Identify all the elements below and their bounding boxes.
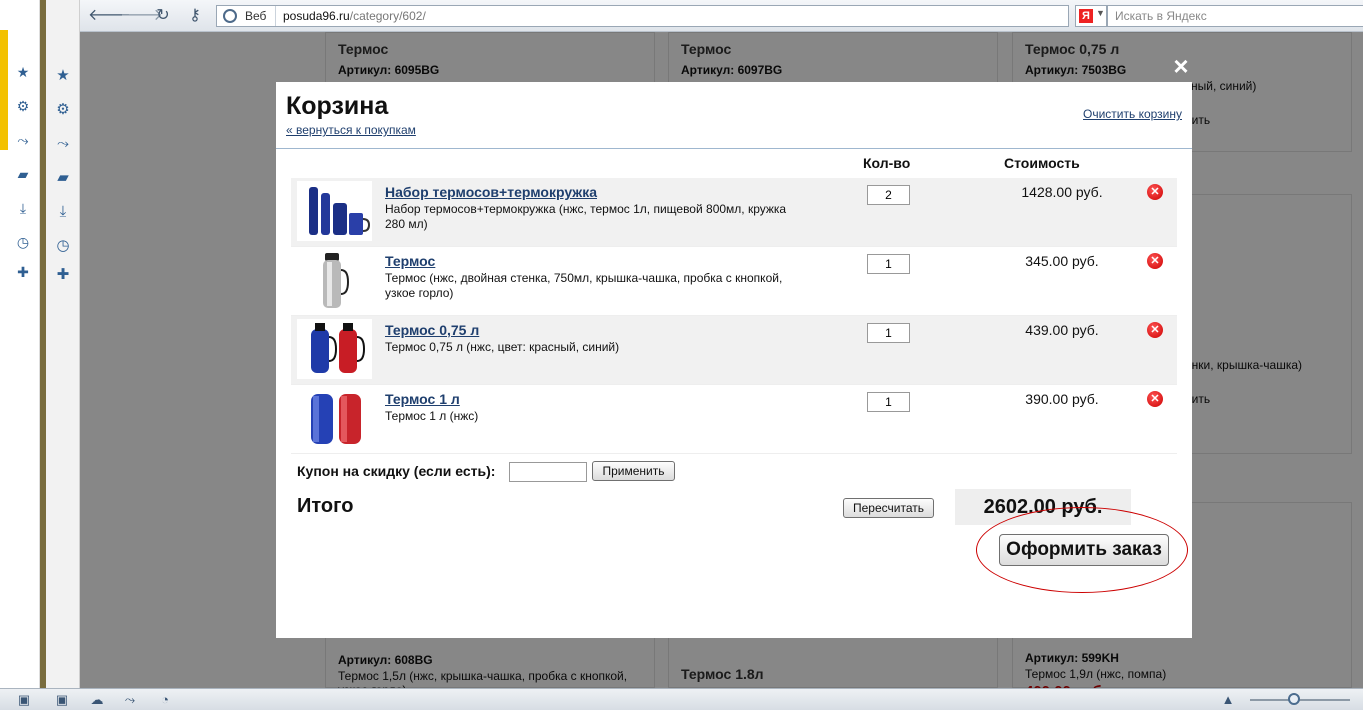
star-icon[interactable]: ★ [54,67,72,85]
cart-item-row: Термос 1 л Термос 1 л (нжс) 1 390.00 руб… [291,385,1177,454]
remove-item-icon[interactable]: ✕ [1147,184,1163,200]
plus-icon[interactable]: ✚ [54,266,72,284]
yandex-logo-icon: Я [1079,9,1093,23]
window-icon[interactable]: ▣ [54,692,70,708]
cart-item-row: Термос 0,75 л Термос 0,75 л (нжс, цвет: … [291,316,1177,385]
product-name-link[interactable]: Термос 0,75 л [385,322,479,338]
chevron-down-icon: ▼ [1096,8,1105,18]
cost-column-header: Стоимость [1004,155,1080,171]
quantity-input[interactable]: 1 [867,392,910,412]
qty-column-header: Кол-во [863,155,911,171]
back-to-shopping-link[interactable]: « вернуться к покупкам [286,123,416,137]
total-label: Итого [297,495,354,517]
address-web-label: Веб [245,9,267,23]
key-icon[interactable]: ⚷ [184,6,206,26]
globe-icon [223,9,237,23]
product-description: Термос 0,75 л (нжс, цвет: красный, синий… [385,340,620,354]
recalculate-button[interactable]: Пересчитать [843,498,934,518]
product-thumbnail[interactable] [297,181,372,241]
share-icon[interactable]: ⤳ [54,135,72,153]
cart-item-row: Набор термосов+термокружка Набор термосо… [291,178,1177,247]
item-price: 390.00 руб. [1025,391,1099,407]
search-input[interactable]: Искать в Яндекс [1107,5,1363,27]
browser-sidebar: ★ ⚙ ⤳ ▰ ⤓ ◷ ✚ [46,0,80,688]
back-arrow-icon[interactable]: 🡐 [88,6,131,26]
quantity-input[interactable]: 1 [867,323,910,343]
search-engine-selector[interactable]: Я ▼ [1075,5,1107,27]
product-description: Набор термосов+термокружка (нжс, термос … [385,202,787,231]
clock-icon[interactable]: ◷ [14,233,32,251]
status-bar: ▣ ▣ ☁ ⤳ ◔ ▲ [0,688,1363,710]
product-thumbnail[interactable] [297,250,372,310]
note-icon[interactable]: ▰ [54,169,72,187]
product-thumbnail[interactable] [297,319,372,379]
yellow-tab [0,30,8,150]
apply-coupon-button[interactable]: Применить [592,461,675,481]
gear-icon[interactable]: ⚙ [54,101,72,119]
zoom-slider-handle[interactable] [1288,693,1300,705]
panel-toggle-icon[interactable]: ▣ [16,692,32,708]
remove-item-icon[interactable]: ✕ [1147,322,1163,338]
address-path: /category/602/ [349,9,426,23]
address-url[interactable]: posuda96.ru/category/602/ [283,6,426,26]
zoom-slider-track[interactable] [1250,699,1350,701]
forward-arrow-icon[interactable]: 🡒 [120,6,163,26]
product-name-link[interactable]: Термос 1 л [385,391,460,407]
coupon-input[interactable] [509,462,587,482]
remove-item-icon[interactable]: ✕ [1147,253,1163,269]
share-icon[interactable]: ⤳ [122,692,138,708]
address-separator [275,6,276,26]
cart-modal: Корзина « вернуться к покупкам Очистить … [276,82,1192,638]
cart-header: Корзина « вернуться к покупкам Очистить … [276,82,1192,149]
product-name-link[interactable]: Термос [385,253,435,269]
star-icon[interactable]: ★ [14,63,32,81]
plus-icon[interactable]: ✚ [14,263,32,281]
gear-icon[interactable]: ⚙ [14,97,32,115]
close-icon[interactable]: × [1170,53,1192,79]
remove-item-icon[interactable]: ✕ [1147,391,1163,407]
browser-toolbar: 🡐 🡒 ↻ ⚷ Веб posuda96.ru/category/602/ Я … [80,0,1363,32]
share-icon[interactable]: ⤳ [14,131,32,149]
cloud-icon[interactable]: ☁ [89,692,105,708]
item-price: 1428.00 руб. [1021,184,1103,200]
cart-title: Корзина [286,92,389,120]
product-description: Термос (нжс, двойная стенка, 750мл, крыш… [385,271,783,300]
highlight-ellipse [976,507,1188,593]
product-name-link[interactable]: Набор термосов+термокружка [385,184,597,200]
clock-icon[interactable]: ◷ [54,237,72,255]
clear-cart-link[interactable]: Очистить корзину [1083,107,1182,121]
address-host: posuda96.ru [283,9,350,23]
quantity-input[interactable]: 1 [867,254,910,274]
item-price: 345.00 руб. [1025,253,1099,269]
note-icon[interactable]: ▰ [14,165,32,183]
item-price: 439.00 руб. [1025,322,1099,338]
quantity-input[interactable]: 2 [867,185,910,205]
product-description: Термос 1 л (нжс) [385,409,479,423]
coupon-label: Купон на скидку (если есть): [297,463,496,479]
reload-icon[interactable]: ↻ [152,6,174,26]
chevron-up-icon[interactable]: ▲ [1220,692,1236,708]
speed-dial-icon[interactable]: ◔ [157,692,173,708]
left-panel-strip: ★ ⚙ ⤳ ▰ ⤓ ◷ ✚ [0,0,40,710]
product-thumbnail[interactable] [297,388,372,448]
cart-item-row: Термос Термос (нжс, двойная стенка, 750м… [291,247,1177,316]
download-icon[interactable]: ⤓ [54,203,72,221]
download-icon[interactable]: ⤓ [14,199,32,217]
address-bar[interactable]: Веб posuda96.ru/category/602/ [216,5,1069,27]
